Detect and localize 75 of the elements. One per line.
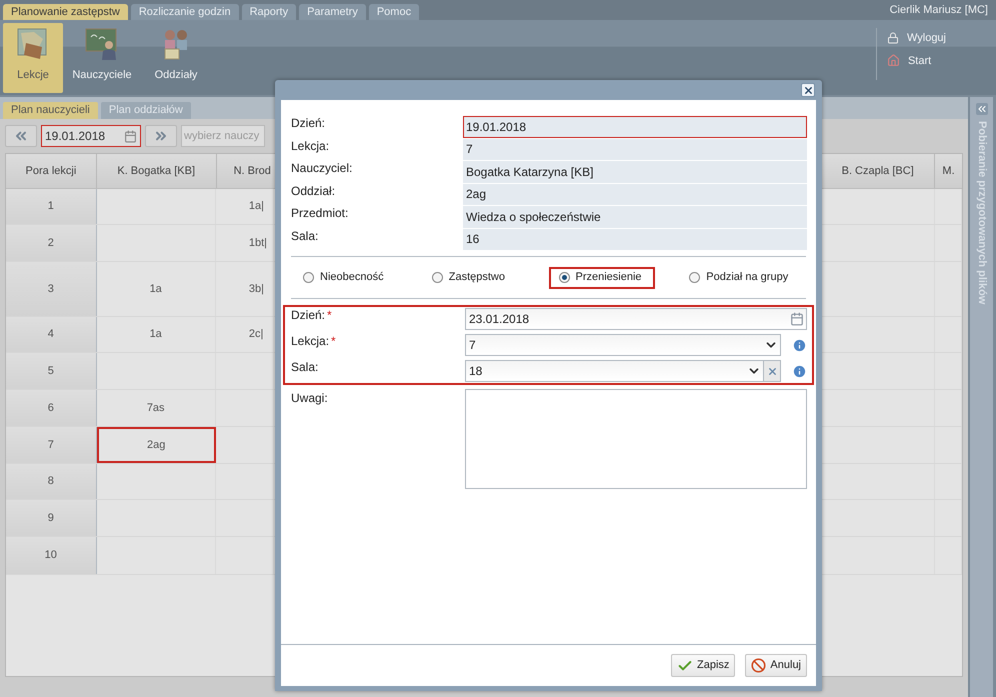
required-mark: * — [331, 334, 336, 348]
required-mark: * — [327, 308, 332, 322]
info-icon[interactable] — [792, 338, 807, 352]
prohibited-icon — [751, 658, 766, 673]
account-link[interactable]: Start — [886, 52, 946, 69]
close-button[interactable] — [801, 83, 815, 97]
period-cell: 7 — [6, 427, 97, 463]
date-input[interactable]: 23.01.2018 — [465, 308, 807, 330]
info-label: Sala: — [291, 228, 320, 244]
field-label: Lekcja: * — [291, 334, 337, 350]
period-cell: 3 — [6, 262, 97, 316]
period-cell: 4 — [6, 317, 97, 352]
info-value: Wiedza o społeczeństwie — [463, 206, 807, 228]
date-field[interactable]: 19.01.2018 — [41, 125, 141, 147]
lesson-cell[interactable]: 1a — [96, 262, 216, 316]
lesson-cell[interactable]: 2c| — [216, 317, 274, 352]
next-button[interactable] — [145, 125, 177, 147]
info-label: Oddział: — [291, 184, 336, 200]
option-radio[interactable]: Przeniesienie — [548, 266, 654, 288]
info-value: Bogatka Katarzyna [KB] — [463, 161, 807, 182]
dialog-button[interactable]: Zapisz — [671, 654, 736, 677]
info-label: Nauczyciel: — [291, 161, 354, 177]
teacher-search-field[interactable]: wybierz nauczy — [181, 125, 265, 147]
clear-button[interactable] — [764, 360, 781, 382]
field-label: Dzień: * — [291, 308, 333, 324]
lesson-cell[interactable]: 1a — [96, 317, 216, 352]
collapse-icon[interactable] — [976, 103, 988, 115]
home-icon — [886, 54, 900, 68]
info-value: 2ag — [463, 184, 807, 205]
info-label: Lekcja: — [291, 138, 330, 154]
info-label: Dzień: — [291, 116, 326, 132]
user-name: Cierlik Mariusz [MC] — [890, 3, 988, 18]
lesson-cell[interactable]: 1bt| — [216, 225, 274, 261]
notes-field[interactable] — [465, 389, 807, 489]
top-tab[interactable]: Planowanie zastępstw — [3, 4, 128, 20]
clear-icon — [766, 366, 778, 376]
info-value: 16 — [463, 228, 807, 250]
column-header: K. Bogatka [KB] — [96, 154, 217, 188]
dialog-button[interactable]: Anuluj — [745, 654, 807, 677]
calendar-icon[interactable] — [124, 130, 137, 142]
info-icon[interactable] — [792, 364, 807, 378]
period-cell: 5 — [6, 353, 97, 389]
ribbon-button[interactable]: Oddziały — [141, 23, 211, 93]
column-header: N. Brod — [232, 164, 272, 179]
account-link[interactable]: Wyloguj — [886, 30, 946, 46]
calendar-icon[interactable] — [790, 312, 804, 326]
option-radio[interactable]: Zastępstwo — [432, 269, 505, 286]
blackboard-teacher-icon — [85, 27, 119, 61]
period-cell: 9 — [6, 500, 97, 536]
lesson-select[interactable]: 7 — [465, 334, 781, 356]
sub-tab[interactable]: Plan nauczycieli — [3, 102, 98, 119]
ribbon-button[interactable]: Lekcje — [3, 23, 63, 93]
info-value: 19.01.2018 — [463, 116, 807, 138]
ribbon-button[interactable]: Nauczyciele — [67, 23, 137, 93]
info-label: Przedmiot: — [291, 206, 350, 222]
lesson-cell[interactable]: 2ag — [96, 427, 216, 463]
lock-icon — [886, 32, 899, 44]
column-header: M. — [941, 164, 956, 179]
close-icon — [802, 84, 814, 96]
info-value: 7 — [463, 138, 807, 160]
option-radio[interactable]: Nieobecność — [303, 269, 384, 286]
room-select[interactable]: 18 — [465, 360, 764, 382]
period-cell: 10 — [6, 537, 97, 574]
period-cell: 2 — [6, 225, 97, 261]
field-label: Sala: — [291, 360, 320, 376]
period-cell: 1 — [6, 189, 97, 224]
previous-button[interactable] — [5, 125, 37, 147]
column-header: Pora lekcji — [6, 154, 97, 188]
lesson-cell[interactable]: 3b| — [216, 262, 274, 316]
lesson-cell[interactable]: 1a| — [216, 189, 274, 224]
option-radio[interactable]: Podział na grupy — [689, 269, 788, 286]
lesson-cell[interactable]: 7as — [96, 390, 216, 426]
period-cell: 6 — [6, 390, 97, 426]
notes-label: Uwagi: — [291, 390, 329, 407]
period-cell: 8 — [6, 464, 97, 499]
